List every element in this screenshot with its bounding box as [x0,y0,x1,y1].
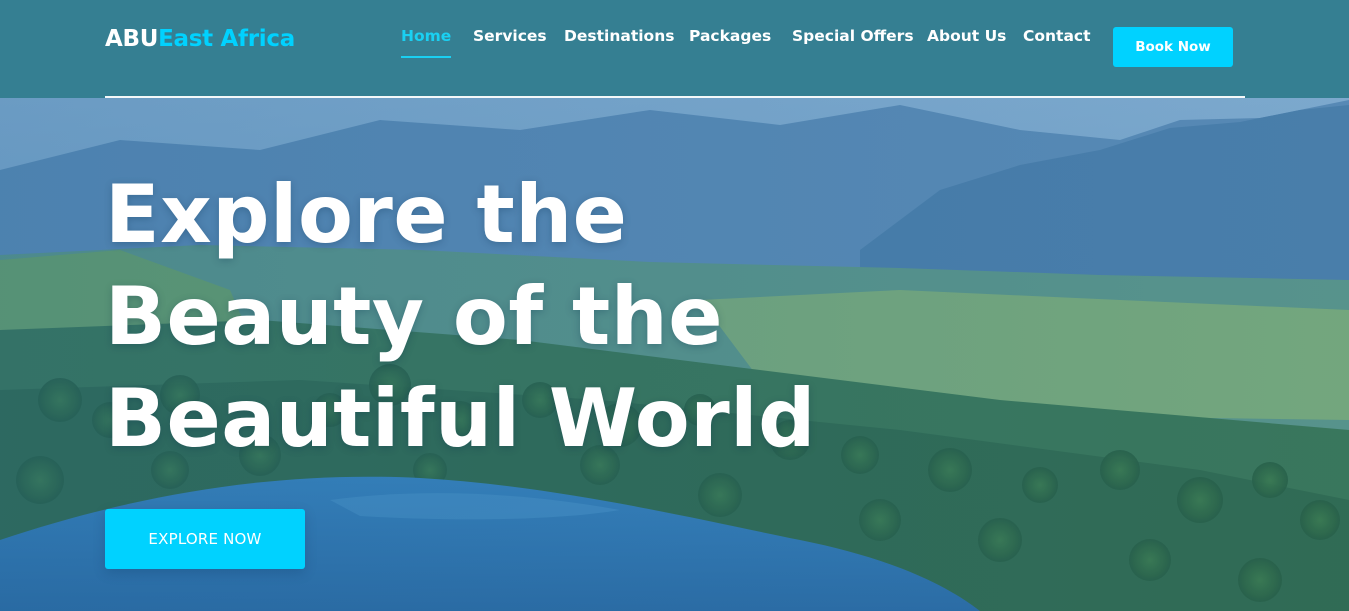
nav-item-about-us[interactable]: About Us [927,26,1006,46]
active-nav-underline [401,56,452,58]
hero-title: Explore the Beauty of the Beautiful Worl… [105,168,816,465]
book-now-button[interactable]: Book Now [1113,27,1233,67]
nav-item-special-offers[interactable]: Special Offers [792,26,914,46]
nav-item-contact[interactable]: Contact [1023,26,1091,46]
nav-item-home-label: Home [401,27,452,45]
site-header: ABUEast Africa Home Services Destination… [0,0,1349,98]
explore-now-button[interactable]: EXPLORE NOW [105,509,305,569]
header-divider [105,96,1245,98]
home-page: ABUEast Africa Home Services Destination… [0,0,1349,611]
nav-item-services[interactable]: Services [473,26,547,46]
nav-item-destinations[interactable]: Destinations [564,26,674,46]
nav-item-packages[interactable]: Packages [689,26,771,46]
nav-item-home[interactable]: Home [401,26,452,58]
